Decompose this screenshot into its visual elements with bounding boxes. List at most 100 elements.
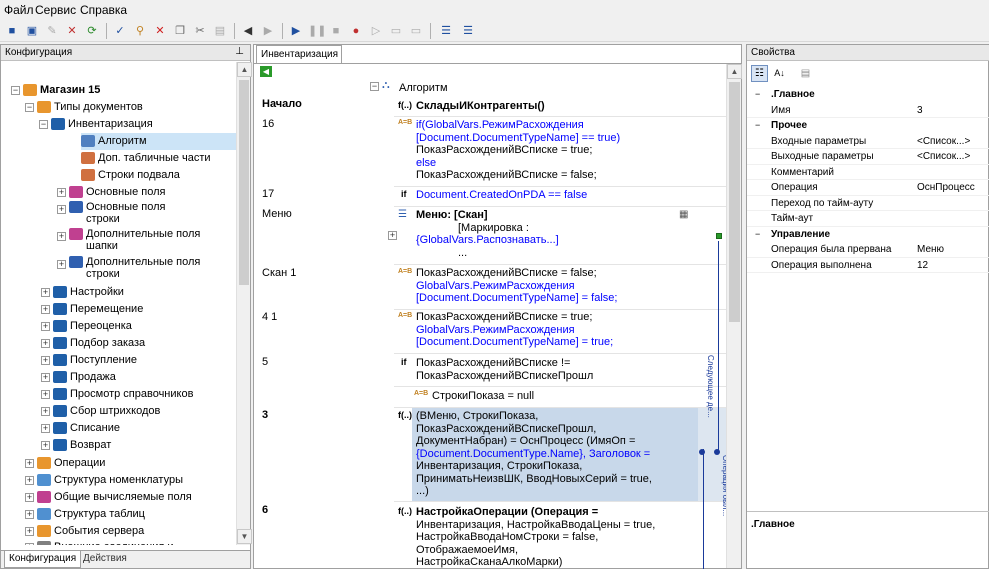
expand-menu-icon[interactable]: + [388,231,397,240]
step-code[interactable]: Document.CreatedOnPDA == false [416,189,724,202]
stop-icon[interactable]: ■ [328,23,344,39]
tree-item[interactable]: События сервера [37,523,144,540]
scroll-thumb[interactable] [239,80,249,285]
expand-icon[interactable]: + [57,188,66,197]
step-icon[interactable]: ▷ [368,23,384,39]
step-out-icon[interactable]: ▭ [408,23,424,39]
tree-item[interactable]: Дополнительные поля шапки [69,228,200,254]
expand-icon[interactable]: + [41,390,50,399]
tree-item[interactable]: Инвентаризация [51,116,153,133]
expand-icon[interactable]: + [41,373,50,382]
step-code[interactable]: (ВМеню, СтрокиПоказа, ПоказРасхожденийВСп… [416,410,724,498]
paste-icon[interactable]: ▤ [212,23,228,39]
menu-file[interactable]: Файл [4,3,34,17]
property-row[interactable]: Комментарий [747,165,989,180]
tab-actions[interactable]: Действия [83,553,127,564]
expand-icon[interactable]: − [39,120,48,129]
menu-service[interactable]: Сервис [35,3,76,17]
collapse-icon[interactable]: − [755,87,760,102]
tree-item[interactable]: Переоценка [53,318,132,335]
scroll-up-icon[interactable]: ▲ [237,62,252,77]
pin-icon[interactable]: ⊥ [235,46,244,57]
tree-item[interactable]: Дополнительные поля строки [69,256,200,282]
step-code[interactable]: Меню: [Скан] [Маркировка : {GlobalVars.Рас… [416,209,724,259]
property-row[interactable]: Операция ОснПроцесс [747,180,989,196]
spellcheck-icon[interactable]: ✓ [112,23,128,39]
scroll-down-icon[interactable]: ▼ [237,529,252,544]
tree-item[interactable]: Алгоритм [81,133,237,150]
close-icon[interactable]: ✕ [152,23,168,39]
collapse-icon[interactable]: ◀ [260,66,272,77]
tree-item[interactable]: Типы документов [37,99,143,116]
step-code[interactable]: ПоказРасхожденийВСписке = true; GlobalVar… [416,311,724,349]
pause-icon[interactable]: ❚❚ [308,23,326,39]
expand-icon[interactable]: + [57,232,66,241]
delete-doc-icon[interactable]: ✕ [64,23,80,39]
save-all-icon[interactable]: ▣ [24,23,40,39]
tree-item[interactable]: Внешние соединения и [37,539,174,545]
tree-item[interactable]: Структура номенклатуры [37,472,183,489]
expand-icon[interactable]: + [41,356,50,365]
run-icon[interactable]: ▶ [288,23,304,39]
step-code[interactable]: СкладыИКонтрагенты() [416,100,724,113]
step-code[interactable]: СтрокиПоказа = null [432,390,740,403]
expand-icon[interactable]: + [57,260,66,269]
tree-item[interactable]: Строки подвала [81,167,180,184]
expand-icon[interactable]: + [41,424,50,433]
expand-icon[interactable]: + [25,510,34,519]
tree-item[interactable]: Основные поля [69,184,165,201]
expand-icon[interactable]: + [25,476,34,485]
tree-item[interactable]: Перемещение [53,301,143,318]
expand-icon[interactable]: + [41,305,50,314]
step-code[interactable]: ПоказРасхожденийВСписке = false; GlobalVa… [416,267,724,305]
expand-icon[interactable]: + [41,288,50,297]
transition-start-marker[interactable] [716,233,722,239]
record-icon[interactable]: ● [348,23,364,39]
sort-az-icon[interactable]: A↓ [771,65,788,82]
save-icon[interactable]: ■ [4,23,20,39]
expand-icon[interactable]: + [41,322,50,331]
categorized-icon[interactable]: ☷ [751,65,768,82]
tree-item[interactable]: Структура таблиц [37,506,145,523]
tree-item[interactable]: Основные поля строки [69,201,165,227]
property-value[interactable]: ОснПроцесс [917,180,975,195]
property-value[interactable]: 3 [917,103,923,118]
tree-item[interactable]: Продажа [53,369,116,386]
cut-icon[interactable]: ✂ [192,23,208,39]
tree-item[interactable]: Списание [53,420,120,437]
property-category[interactable]: − Прочее [747,118,989,134]
property-row[interactable]: Операция была прервана Меню [747,242,989,258]
tree-item[interactable]: Настройки [53,284,124,301]
step-code[interactable]: НастройкаОперации (Операция = Инвентариза… [416,506,724,569]
tree-item[interactable]: Поступление [53,352,137,369]
expand-icon[interactable]: + [57,205,66,214]
expand-icon[interactable]: + [25,459,34,468]
tab-inventory[interactable]: Инвентаризация [256,45,342,63]
scroll-thumb[interactable] [729,82,740,322]
step-code[interactable]: if(GlobalVars.РежимРасхождения [Document.… [416,119,724,182]
step-over-icon[interactable]: ▭ [388,23,404,39]
property-value[interactable]: 12 [917,258,928,273]
property-row[interactable]: Переход по тайм-ауту [747,196,989,211]
find-icon[interactable]: ⚲ [132,23,148,39]
property-pages-icon[interactable]: ▤ [797,65,814,82]
property-row[interactable]: Выходные параметры <Список...> [747,149,989,165]
property-category[interactable]: − .Главное [747,87,989,103]
expand-icon[interactable]: − [25,103,34,112]
tree-item[interactable]: Просмотр справочников [53,386,193,403]
property-row[interactable]: Тайм-аут [747,211,989,227]
expand-icon[interactable]: + [41,339,50,348]
property-row[interactable]: Входные параметры <Список...> [747,134,989,149]
property-value[interactable]: <Список...> [917,149,970,164]
expand-icon[interactable]: − [11,86,20,95]
tree-item[interactable]: Магазин 15 [23,82,100,99]
tree-item[interactable]: Доп. табличные части [81,150,211,167]
tree-item[interactable]: Сбор штрихкодов [53,403,160,420]
scroll-up-icon[interactable]: ▲ [727,64,742,79]
property-value[interactable]: <Список...> [917,134,970,149]
property-category[interactable]: − Управление [747,227,989,243]
collapse-icon[interactable]: − [755,118,760,133]
expand-icon[interactable]: + [25,493,34,502]
editor-scrollbar[interactable]: ▲ [726,64,742,568]
back-icon[interactable]: ◀ [240,23,256,39]
